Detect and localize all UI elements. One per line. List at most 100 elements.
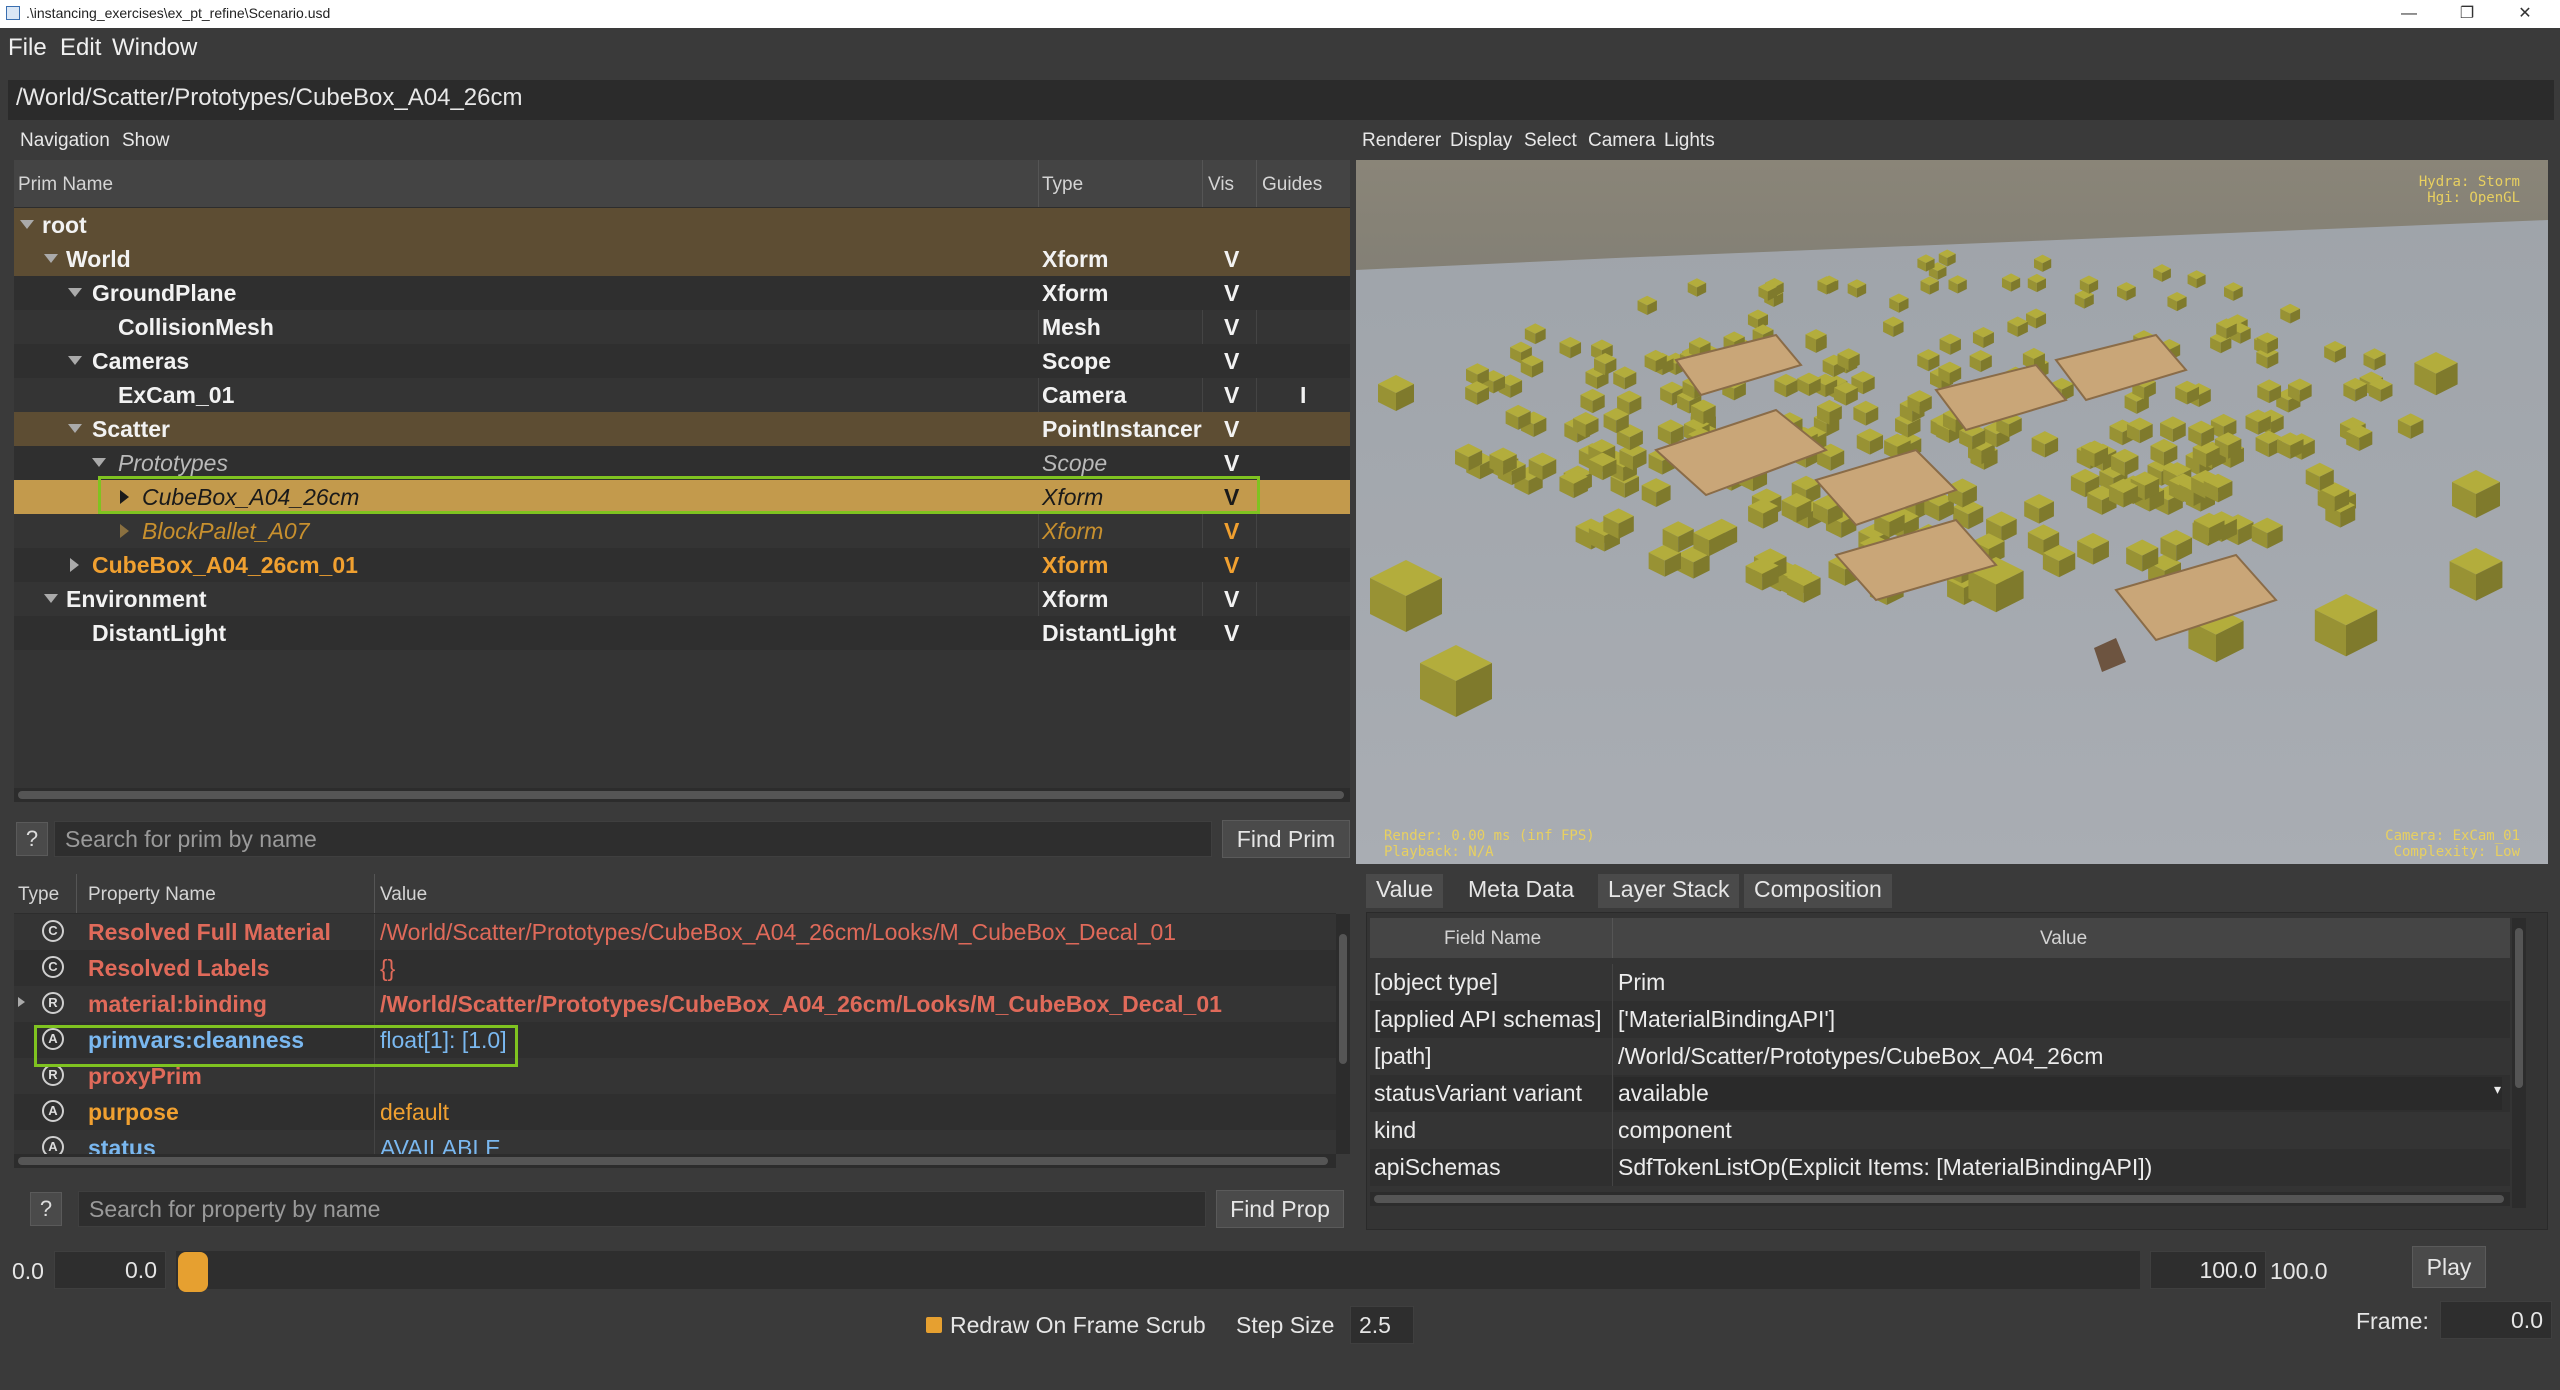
visibility-toggle[interactable]: V xyxy=(1224,314,1239,341)
metadata-row[interactable]: kind component xyxy=(1370,1112,2510,1149)
visibility-toggle[interactable]: V xyxy=(1224,280,1239,307)
find-prop-button[interactable]: Find Prop xyxy=(1216,1190,1344,1228)
tree-row-environment[interactable]: Environment Xform V xyxy=(14,582,1350,616)
expand-arrow-icon[interactable] xyxy=(70,558,79,572)
viewport-menu: Renderer Display Select Camera Lights xyxy=(1356,126,2548,160)
tree-row-root[interactable]: root xyxy=(14,208,1350,242)
prim-path-field[interactable]: /World/Scatter/Prototypes/CubeBox_A04_26… xyxy=(8,80,2554,120)
current-frame-field[interactable]: 0.0 xyxy=(2440,1301,2552,1339)
menu-display[interactable]: Display xyxy=(1450,130,1512,152)
menu-lights[interactable]: Lights xyxy=(1664,130,1715,152)
property-table-header: Type Property Name Value xyxy=(14,874,1336,914)
visibility-toggle[interactable]: V xyxy=(1224,246,1239,273)
expand-arrow-icon[interactable] xyxy=(20,220,34,229)
tree-row-blockpallet[interactable]: BlockPallet_A07 Xform V xyxy=(14,514,1350,548)
redraw-checkbox[interactable] xyxy=(926,1317,942,1333)
visibility-toggle[interactable]: V xyxy=(1224,586,1239,613)
tree-row-cubebox-01[interactable]: CubeBox_A04_26cm_01 Xform V xyxy=(14,548,1350,582)
property-row[interactable]: A purpose default xyxy=(14,1094,1336,1130)
property-row[interactable]: A status AVAILABLE xyxy=(14,1130,1336,1154)
metadata-vertical-scrollbar[interactable] xyxy=(2512,918,2526,1208)
column-prim-name[interactable]: Prim Name xyxy=(18,174,113,196)
metadata-horizontal-scrollbar[interactable] xyxy=(1370,1192,2510,1206)
visibility-toggle[interactable]: V xyxy=(1224,450,1239,477)
navigation-menu: Navigation Show xyxy=(14,126,1350,160)
menu-window[interactable]: Window xyxy=(112,34,197,62)
property-row[interactable]: C Resolved Labels {} xyxy=(14,950,1336,986)
tree-row-collisionmesh[interactable]: CollisionMesh Mesh V xyxy=(14,310,1350,344)
expand-arrow-icon[interactable] xyxy=(68,424,82,433)
column-value[interactable]: Value xyxy=(380,884,427,906)
tree-row-scatter[interactable]: Scatter PointInstancer V xyxy=(14,412,1350,446)
minimize-button[interactable]: — xyxy=(2380,0,2438,28)
tree-row-excam[interactable]: ExCam_01 Camera V I xyxy=(14,378,1350,412)
menu-select[interactable]: Select xyxy=(1524,130,1577,152)
expand-arrow-icon[interactable] xyxy=(68,356,82,365)
chevron-down-icon[interactable]: ▾ xyxy=(2494,1081,2501,1098)
expand-arrow-icon[interactable] xyxy=(120,524,129,538)
find-prim-button[interactable]: Find Prim xyxy=(1222,820,1350,858)
tab-composition[interactable]: Composition xyxy=(1744,874,1892,908)
column-value[interactable]: Value xyxy=(2040,928,2087,950)
tree-row-groundplane[interactable]: GroundPlane Xform V xyxy=(14,276,1350,310)
timeline-slider[interactable] xyxy=(176,1251,2140,1289)
variant-dropdown[interactable] xyxy=(1614,1077,2502,1110)
property-value: /World/Scatter/Prototypes/CubeBox_A04_26… xyxy=(380,919,1177,945)
expand-arrow-icon[interactable] xyxy=(44,594,58,603)
timeline-slider-handle[interactable] xyxy=(178,1252,208,1292)
metadata-row-variant[interactable]: statusVariant variant available ▾ xyxy=(1370,1075,2510,1112)
property-value: AVAILABLE xyxy=(380,1135,501,1154)
column-guides[interactable]: Guides xyxy=(1262,174,1322,196)
play-button[interactable]: Play xyxy=(2412,1246,2486,1288)
tree-horizontal-scrollbar[interactable] xyxy=(14,788,1350,802)
visibility-toggle[interactable]: V xyxy=(1224,416,1239,443)
prim-search-help-button[interactable]: ? xyxy=(16,822,48,856)
property-value: {} xyxy=(380,955,396,981)
menu-edit[interactable]: Edit xyxy=(60,34,101,62)
tree-row-cameras[interactable]: Cameras Scope V xyxy=(14,344,1350,378)
close-button[interactable]: ✕ xyxy=(2496,0,2554,28)
tree-row-world[interactable]: World Xform V xyxy=(14,242,1350,276)
property-vertical-scrollbar[interactable] xyxy=(1336,914,1350,1154)
metadata-row[interactable]: [path]/World/Scatter/Prototypes/CubeBox_… xyxy=(1370,1038,2510,1075)
tab-value[interactable]: Value xyxy=(1366,874,1444,908)
tree-row-distantlight[interactable]: DistantLight DistantLight V xyxy=(14,616,1350,650)
prop-search-input[interactable]: Search for property by name xyxy=(78,1191,1206,1227)
3d-viewport[interactable]: Hydra: Storm Hgi: OpenGL Render: 0.00 ms… xyxy=(1356,160,2548,864)
visibility-toggle[interactable]: V xyxy=(1224,382,1239,409)
menu-renderer[interactable]: Renderer xyxy=(1362,130,1441,152)
expand-arrow-icon[interactable] xyxy=(92,458,106,467)
column-vis[interactable]: Vis xyxy=(1208,174,1234,196)
menu-camera[interactable]: Camera xyxy=(1588,130,1656,152)
tab-layer-stack[interactable]: Layer Stack xyxy=(1598,874,1740,908)
metadata-row[interactable]: [applied API schemas] ['MaterialBindingAP… xyxy=(1370,1001,2510,1038)
prim-search-input[interactable]: Search for prim by name xyxy=(54,821,1212,857)
end-frame-field[interactable]: 100.0 xyxy=(2150,1251,2266,1289)
expand-arrow-icon[interactable] xyxy=(44,254,58,263)
visibility-toggle[interactable]: V xyxy=(1224,620,1239,647)
column-type[interactable]: Type xyxy=(1042,174,1083,196)
visibility-toggle[interactable]: V xyxy=(1224,552,1239,579)
tree-row-prototypes[interactable]: Prototypes Scope V xyxy=(14,446,1350,480)
prop-search-help-button[interactable]: ? xyxy=(30,1192,62,1226)
start-frame-field[interactable]: 0.0 xyxy=(54,1251,166,1289)
property-row[interactable]: C Resolved Full Material /World/Scatter/… xyxy=(14,914,1336,950)
column-field-name[interactable]: Field Name xyxy=(1444,928,1541,950)
maximize-button[interactable]: ❐ xyxy=(2438,0,2496,28)
column-property-name[interactable]: Property Name xyxy=(88,884,216,906)
menu-file[interactable]: File xyxy=(8,34,47,62)
visibility-toggle[interactable]: V xyxy=(1224,348,1239,375)
column-type[interactable]: Type xyxy=(18,884,59,906)
metadata-row[interactable]: apiSchemas SdfTokenListOp(Explicit Items:… xyxy=(1370,1149,2510,1186)
metadata-row[interactable]: [object type] Prim xyxy=(1370,964,2510,1001)
property-horizontal-scrollbar[interactable] xyxy=(14,1154,1336,1168)
guide-toggle[interactable]: I xyxy=(1300,382,1306,409)
menu-navigation[interactable]: Navigation xyxy=(20,130,110,152)
tab-meta-data[interactable]: Meta Data xyxy=(1458,874,1585,908)
expand-arrow-icon[interactable] xyxy=(68,288,82,297)
property-row[interactable]: R material:binding /World/Scatter/Protot… xyxy=(14,986,1336,1022)
visibility-toggle[interactable]: V xyxy=(1224,518,1239,545)
menu-show[interactable]: Show xyxy=(122,130,170,152)
expand-arrow-icon[interactable] xyxy=(18,997,25,1007)
step-size-field[interactable]: 2.5 xyxy=(1350,1306,1414,1344)
